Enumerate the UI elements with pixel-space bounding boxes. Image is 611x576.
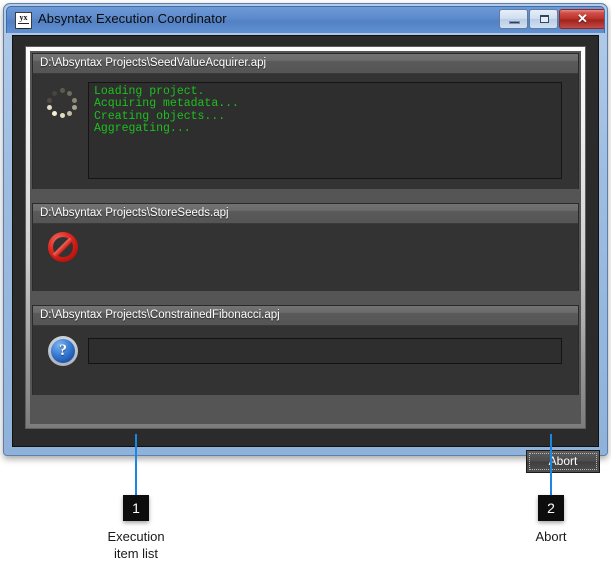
callout-label-1: Execution item list <box>76 528 196 562</box>
focus-ring <box>529 453 597 470</box>
execution-item-list[interactable]: D:\Absyntax Projects\SeedValueAcquirer.a… <box>30 51 581 424</box>
execution-item-header: D:\Absyntax Projects\ConstrainedFibonacc… <box>33 306 578 326</box>
execution-item-body <box>33 224 578 291</box>
callout-label-2: Abort <box>491 528 611 545</box>
execution-item[interactable]: D:\Absyntax Projects\SeedValueAcquirer.a… <box>32 53 579 189</box>
execution-item-body: ? <box>33 326 578 395</box>
callout-line-2 <box>550 434 552 495</box>
execution-item[interactable]: D:\Absyntax Projects\StoreSeeds.apj <box>32 203 579 291</box>
title-bar[interactable]: yx Absyntax Execution Coordinator ✕ <box>6 6 605 33</box>
callout-line-1 <box>135 434 137 495</box>
close-icon: ✕ <box>577 11 588 26</box>
maximize-button[interactable] <box>529 9 558 29</box>
window-title: Absyntax Execution Coordinator <box>38 11 227 26</box>
callout-marker-2: 2 <box>538 495 564 521</box>
application-window: yx Absyntax Execution Coordinator ✕ D:\A… <box>3 3 608 473</box>
execution-item-body: Loading project. Acquiring metadata... C… <box>33 74 578 189</box>
spinner-icon <box>47 88 77 118</box>
callout-number: 2 <box>547 500 555 516</box>
question-mark-glyph: ? <box>51 339 75 363</box>
maximize-icon <box>540 15 549 23</box>
execution-item-header: D:\Absyntax Projects\StoreSeeds.apj <box>33 204 578 224</box>
callout-label-line: item list <box>113 546 159 561</box>
client-area: D:\Absyntax Projects\SeedValueAcquirer.a… <box>12 35 600 473</box>
minimize-button[interactable] <box>499 9 528 29</box>
execution-item[interactable]: D:\Absyntax Projects\ConstrainedFibonacc… <box>32 305 579 395</box>
close-button[interactable]: ✕ <box>559 9 604 29</box>
callout-marker-1: 1 <box>123 495 149 521</box>
callout-label-line: Execution <box>107 529 165 544</box>
no-entry-icon <box>48 232 78 262</box>
callout-label-line: Abort <box>535 529 567 544</box>
execution-item-list-frame: D:\Absyntax Projects\SeedValueAcquirer.a… <box>25 46 586 429</box>
callout-number: 1 <box>132 500 140 516</box>
app-icon: yx <box>15 12 32 29</box>
execution-item-input[interactable] <box>88 338 562 364</box>
execution-item-header: D:\Absyntax Projects\SeedValueAcquirer.a… <box>33 54 578 74</box>
abort-button[interactable]: Abort <box>526 450 600 473</box>
minimize-icon <box>509 21 520 24</box>
execution-item-console: Loading project. Acquiring metadata... C… <box>88 82 562 179</box>
help-icon: ? <box>48 336 78 366</box>
